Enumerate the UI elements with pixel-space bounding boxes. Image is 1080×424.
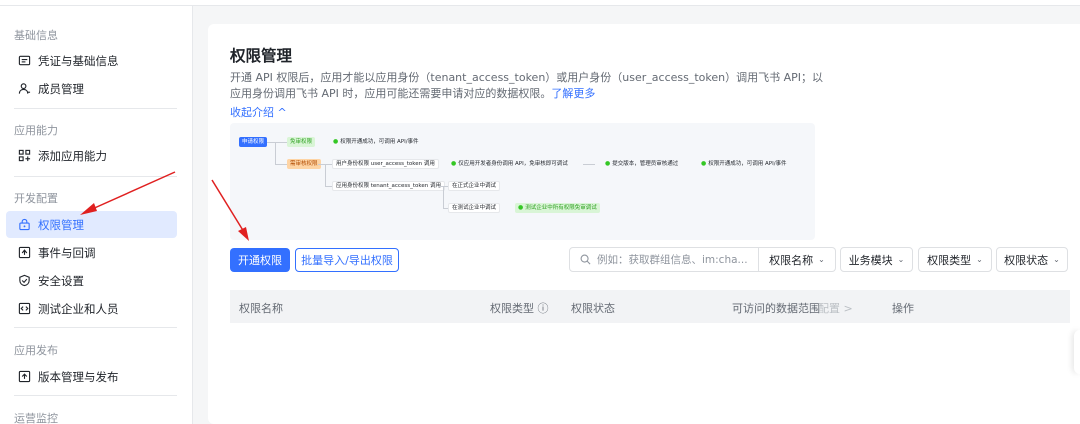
id-card-icon <box>16 53 32 69</box>
section-title-dev: 开发配置 <box>14 192 58 205</box>
chevron-down-icon: ⌄ <box>976 255 983 264</box>
sidebar-item-credentials[interactable]: 凭证与基础信息 <box>6 47 177 74</box>
flow-free: 免审权限 <box>287 137 316 147</box>
filter-module-select[interactable]: 业务模块 ⌄ <box>840 247 913 272</box>
upload-icon <box>16 369 32 385</box>
sidebar-item-versions[interactable]: 版本管理与发布 <box>6 363 177 390</box>
section-title-release: 应用发布 <box>14 344 58 357</box>
sidebar-item-label: 添加应用能力 <box>38 148 107 163</box>
flow-line <box>583 164 595 165</box>
filter-permission-name-select[interactable]: 权限名称 ⌄ <box>759 247 836 272</box>
sidebar-item-label: 测试企业和人员 <box>38 301 119 316</box>
col-permission-status: 权限状态 <box>571 302 615 315</box>
main-area: 权限管理 开通 API 权限后，应用才能以应用身份（tenant_access_… <box>194 6 1080 424</box>
flow-formal-tenant: 在正式企业中调试 <box>448 181 501 191</box>
col-data-scope: 可访问的数据范围 <box>732 302 820 315</box>
flow-line <box>325 164 326 186</box>
flow-app-identity: 应用身份权限 tenant_access_token 调用 <box>332 181 445 191</box>
chevron-down-icon: ⌄ <box>1053 255 1060 264</box>
permission-table-header: 权限名称 权限类型 ⓘ 权限状态 可访问的数据范围 配置 > 操作 <box>230 290 1070 323</box>
col-permission-name: 权限名称 <box>239 302 283 315</box>
select-label: 业务模块 <box>848 253 893 267</box>
open-permission-button[interactable]: 开通权限 <box>230 248 290 272</box>
chevron-down-icon: ⌄ <box>818 255 825 264</box>
description-text: 开通 API 权限后，应用才能以应用身份（tenant_access_token… <box>230 71 824 100</box>
flow-apply: 申请权限 <box>239 137 268 147</box>
permission-card: 权限管理 开通 API 权限后，应用才能以应用身份（tenant_access_… <box>208 24 1080 424</box>
section-title-basic: 基础信息 <box>14 29 58 42</box>
search-placeholder: 例如：获取群组信息、im:cha... <box>597 254 748 266</box>
divider <box>14 108 177 109</box>
chevron-down-icon: ⌄ <box>897 255 905 264</box>
section-title-capability: 应用能力 <box>14 124 58 137</box>
flow-free-result: 权限开通成功，可调用 API/事件 <box>330 137 422 147</box>
sidebar-item-permissions[interactable]: 权限管理 <box>6 211 177 238</box>
divider <box>14 395 177 396</box>
flow-line <box>267 142 287 143</box>
sidebar-item-label: 版本管理与发布 <box>38 369 119 384</box>
flow-test-tenant: 在测试企业中调试 <box>448 203 501 213</box>
event-icon <box>16 245 32 261</box>
flow-line <box>275 164 287 165</box>
test-icon <box>16 301 32 317</box>
permission-flow-diagram: 申请权限 免审权限 权限开通成功，可调用 API/事件 需审核权限 用户身份权限… <box>230 123 815 240</box>
filter-type-select[interactable]: 权限类型 ⌄ <box>918 247 992 272</box>
sidebar-item-test-tenant[interactable]: 测试企业和人员 <box>6 295 177 322</box>
batch-import-export-button[interactable]: 批量导入/导出权限 <box>295 248 399 272</box>
flow-test-result: 测试企业中所有权限免审调试 <box>515 203 600 213</box>
app-root: 基础信息 凭证与基础信息 成员管理 应用能力 添加应用能力 开发配置 权限管理 … <box>0 0 1080 424</box>
grid-plus-icon <box>16 148 32 164</box>
user-icon <box>16 81 32 97</box>
flow-review: 需审核权限 <box>287 159 321 169</box>
sidebar-item-events[interactable]: 事件与回调 <box>6 239 177 266</box>
select-label: 权限名称 <box>769 253 814 267</box>
divider <box>14 327 177 328</box>
sidebar-item-label: 事件与回调 <box>38 245 96 260</box>
flow-line <box>443 186 444 208</box>
shield-icon <box>16 273 32 289</box>
sidebar-item-label: 凭证与基础信息 <box>38 53 119 68</box>
page-description: 开通 API 权限后，应用才能以应用身份（tenant_access_token… <box>230 70 830 102</box>
sidebar-item-add-capability[interactable]: 添加应用能力 <box>6 142 177 169</box>
permission-search-input[interactable]: 例如：获取群组信息、im:cha... <box>569 247 759 272</box>
sidebar: 基础信息 凭证与基础信息 成员管理 应用能力 添加应用能力 开发配置 权限管理 … <box>0 6 193 424</box>
flow-dev-only: 仅应用开发者身份调用 API，免审核即可调试 <box>448 159 571 169</box>
sidebar-item-members[interactable]: 成员管理 <box>6 75 177 102</box>
flow-line <box>325 186 332 187</box>
section-title-monitor: 运营监控 <box>14 412 58 424</box>
select-label: 权限类型 <box>927 253 972 267</box>
col-data-scope-config[interactable]: 配置 > <box>818 300 853 316</box>
flow-review-result: 权限开通成功，可调用 API/事件 <box>698 159 790 169</box>
floating-panel-tab[interactable] <box>1074 330 1080 374</box>
lock-icon <box>16 217 32 233</box>
sidebar-item-label: 安全设置 <box>38 273 84 288</box>
select-label: 权限状态 <box>1004 253 1049 267</box>
divider <box>14 176 177 177</box>
search-icon <box>580 254 591 265</box>
collapse-intro-link[interactable]: 收起介绍 ^ <box>230 104 287 120</box>
flow-line <box>275 142 276 164</box>
filter-status-select[interactable]: 权限状态 ⌄ <box>996 247 1068 272</box>
flow-user-identity: 用户身份权限 user_access_token 调用 <box>332 159 439 169</box>
sidebar-item-security[interactable]: 安全设置 <box>6 267 177 294</box>
col-permission-type[interactable]: 权限类型 ⓘ <box>490 300 549 316</box>
col-actions: 操作 <box>892 302 914 315</box>
page-title: 权限管理 <box>230 47 293 65</box>
learn-more-link[interactable]: 了解更多 <box>551 87 595 100</box>
sidebar-item-label: 权限管理 <box>38 217 84 232</box>
sidebar-item-label: 成员管理 <box>38 81 84 96</box>
flow-submit: 提交版本，管理员审核通过 <box>602 159 681 169</box>
